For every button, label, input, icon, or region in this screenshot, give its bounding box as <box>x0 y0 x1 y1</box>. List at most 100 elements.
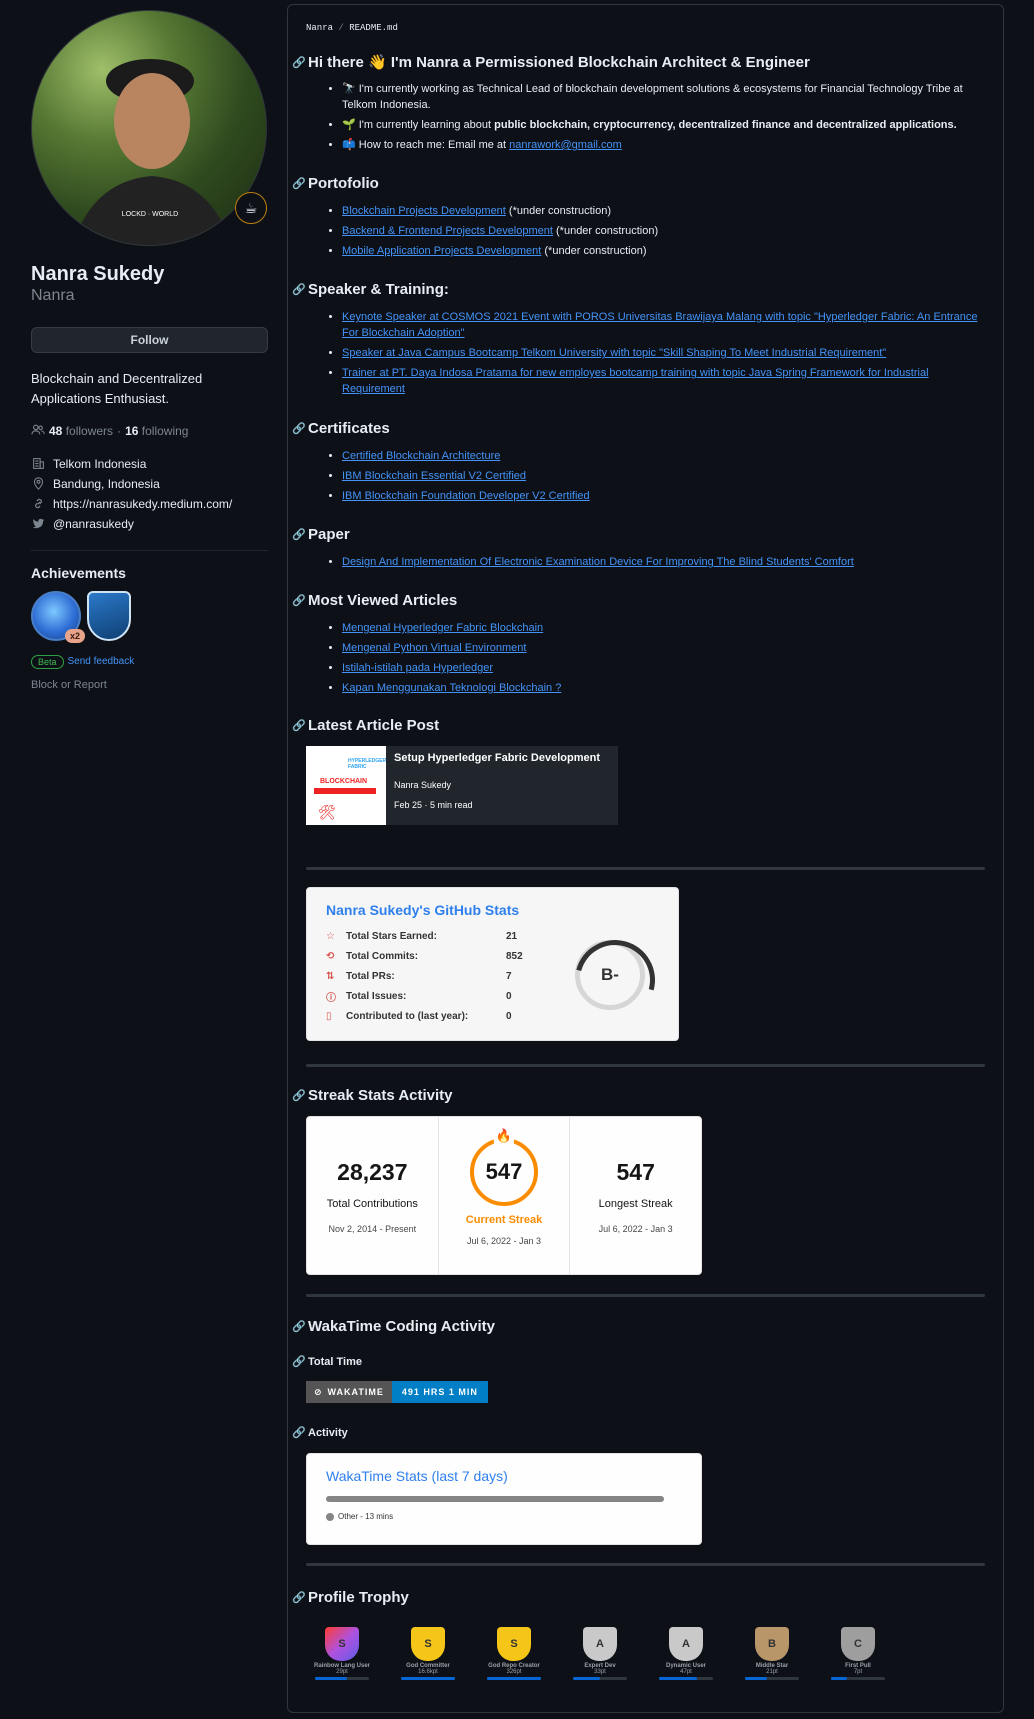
followers-link[interactable]: 48 followers <box>49 424 113 438</box>
history-icon: ⟲ <box>326 950 335 962</box>
anchor-link-icon[interactable]: 🔗 <box>292 177 306 190</box>
certificate-link[interactable]: IBM Blockchain Essential V2 Certified <box>342 470 526 482</box>
current-streak: 🔥 547 Current Streak Jul 6, 2022 - Jan 3 <box>437 1117 570 1274</box>
anchor-link-icon[interactable]: 🔗 <box>292 1320 306 1333</box>
star-icon: ☆ <box>326 930 335 942</box>
thumbnail-brand: HYPERLEDGER FABRIC <box>348 758 387 770</box>
anchor-link-icon[interactable]: 🔗 <box>292 1089 306 1102</box>
current-value: 547 <box>485 1159 523 1184</box>
profile-sidebar: LOCKD · WORLD ☕ Nanra Sukedy Nanra Follo… <box>31 10 268 691</box>
latest-article-heading-text: Latest Article Post <box>308 717 440 734</box>
total-contributions: 28,237 Total Contributions Nov 2, 2014 -… <box>307 1117 438 1274</box>
people-icon <box>31 423 45 440</box>
list-item: 🌱 I'm currently learning about public bl… <box>342 117 985 133</box>
trophy-cup-icon: B <box>755 1627 789 1661</box>
list-item: Speaker at Java Campus Bootcamp Telkom U… <box>342 345 985 361</box>
follow-button[interactable]: Follow <box>31 326 268 353</box>
article-author: Nanra Sukedy <box>394 780 452 790</box>
repo-icon: ▯ <box>326 1010 332 1022</box>
anchor-link-icon[interactable]: 🔗 <box>292 1355 306 1368</box>
twitter-item[interactable]: @nanrasukedy <box>31 514 268 534</box>
anchor-link-icon[interactable]: 🔗 <box>292 719 306 732</box>
list-item: Blockchain Projects Development (*under … <box>342 203 985 219</box>
website-link[interactable]: https://nanrasukedy.medium.com/ <box>53 497 232 511</box>
certificates-list: Certified Blockchain Architecture IBM Bl… <box>306 448 985 504</box>
anchor-link-icon[interactable]: 🔗 <box>292 283 306 296</box>
trophy-points: 21pt <box>766 1669 778 1675</box>
speaker-link[interactable]: Keynote Speaker at COSMOS 2021 Event wit… <box>342 311 977 339</box>
portfolio-heading: 🔗 Portofolio <box>292 175 985 192</box>
anchor-link-icon[interactable]: 🔗 <box>292 528 306 541</box>
portfolio-link[interactable]: Backend & Frontend Projects Development <box>342 225 553 237</box>
svg-text:LOCKD · WORLD: LOCKD · WORLD <box>122 211 178 218</box>
trophy-row[interactable]: S Rainbow Lang User 29pt S God Committer 16.6… <box>312 1623 932 1695</box>
email-link[interactable]: nanrawork@gmail.com <box>509 139 622 151</box>
thumbnail-text: BLOCKCHAIN <box>320 778 368 785</box>
twitter-handle[interactable]: @nanrasukedy <box>53 517 134 531</box>
trophy-cup-icon: S <box>497 1627 531 1661</box>
github-stats-card[interactable]: Nanra Sukedy's GitHub Stats ☆ Total Stars… <box>306 887 679 1041</box>
article-link[interactable]: Mengenal Hyperledger Fabric Blockchain <box>342 622 543 634</box>
stat-label: Total Commits: <box>346 950 419 962</box>
profile-details: Telkom Indonesia Bandung, Indonesia http… <box>31 454 268 534</box>
anchor-link-icon[interactable]: 🔗 <box>292 422 306 435</box>
wakatime-badge-label: WAKATIME <box>327 1387 384 1397</box>
total-range: Nov 2, 2014 - Present <box>328 1224 417 1234</box>
following-link[interactable]: 16 following <box>125 424 188 438</box>
streak-ring: 🔥 547 <box>470 1128 538 1206</box>
certificate-link[interactable]: Certified Blockchain Architecture <box>342 450 500 462</box>
trophy-progress-fill <box>659 1677 697 1680</box>
trophy-points: 47pt <box>680 1669 692 1675</box>
trophy-progress-fill <box>401 1677 455 1680</box>
trophy-heading: 🔗 Profile Trophy <box>292 1589 985 1606</box>
shark-badge-icon[interactable]: x2 <box>31 590 85 643</box>
speaker-link[interactable]: Trainer at PT. Daya Indosa Pratama for n… <box>342 367 929 395</box>
stat-value: 21 <box>506 930 518 942</box>
block-report-link[interactable]: Block or Report <box>31 679 268 691</box>
anchor-link-icon[interactable]: 🔗 <box>292 1426 306 1439</box>
stat-value: 7 <box>506 970 512 982</box>
breadcrumb-user[interactable]: Nanra <box>306 23 333 33</box>
legend-text: Other - 13 mins <box>338 1512 394 1521</box>
wakatime-stats-card[interactable]: WakaTime Stats (last 7 days) Other - 13 … <box>306 1453 702 1545</box>
trophy-points: 33pt <box>594 1669 606 1675</box>
anchor-link-icon[interactable]: 🔗 <box>292 56 306 69</box>
language-legend: Other - 13 mins <box>326 1512 682 1521</box>
article-link[interactable]: Kapan Menggunakan Teknologi Blockchain ? <box>342 682 561 694</box>
streak-section: 🔗 Streak Stats Activity <box>292 1087 985 1104</box>
certificate-link[interactable]: IBM Blockchain Foundation Developer V2 C… <box>342 490 590 502</box>
article-link[interactable]: Mengenal Python Virtual Environment <box>342 642 526 654</box>
list-item: Mengenal Python Virtual Environment <box>342 640 985 656</box>
arctic-badge-icon[interactable] <box>87 590 131 641</box>
anchor-link-icon[interactable]: 🔗 <box>292 1591 306 1604</box>
anchor-link-icon[interactable]: 🔗 <box>292 594 306 607</box>
link-icon <box>31 497 45 511</box>
speaker-link[interactable]: Speaker at Java Campus Bootcamp Telkom U… <box>342 347 886 359</box>
trophy-cup-icon: A <box>583 1627 617 1661</box>
speaker-heading: 🔗 Speaker & Training: <box>292 281 985 298</box>
legend-dot <box>326 1512 334 1521</box>
latest-article-card[interactable]: HYPERLEDGER FABRIC BLOCKCHAIN 🛠 Setup Hy… <box>306 746 618 825</box>
intro-item-text: 🌱 I'm currently learning about <box>342 119 495 131</box>
achievements-heading[interactable]: Achievements <box>31 565 268 581</box>
wakatime-badge-right: 491 HRS 1 MIN <box>391 1381 488 1403</box>
avatar[interactable]: LOCKD · WORLD <box>31 10 267 246</box>
portfolio-link[interactable]: Blockchain Projects Development <box>342 205 506 217</box>
article-link[interactable]: Istilah-istilah pada Hyperledger <box>342 662 493 674</box>
wakatime-badge[interactable]: ⊘ WAKATIME 491 HRS 1 MIN <box>306 1381 488 1403</box>
pull-request-icon: ⇅ <box>326 970 335 982</box>
trophy-progress <box>487 1677 541 1680</box>
portfolio-link[interactable]: Mobile Application Projects Development <box>342 245 541 257</box>
trophy-progress-fill <box>745 1677 767 1680</box>
trophy-card: S God Committer 16.6kpt <box>398 1623 458 1695</box>
list-item: 🔭 I'm currently working as Technical Lea… <box>342 81 985 113</box>
rank-circle: B- <box>575 940 645 1010</box>
website-item[interactable]: https://nanrasukedy.medium.com/ <box>31 494 268 514</box>
send-feedback-link[interactable]: Send feedback <box>68 656 135 667</box>
paper-heading: 🔗 Paper <box>292 526 985 543</box>
status-emoji-icon[interactable]: ☕ <box>235 192 267 224</box>
paper-link[interactable]: Design And Implementation Of Electronic … <box>342 556 854 568</box>
trophy-points: 326pt <box>506 1669 522 1675</box>
badge-count: x2 <box>64 628 85 643</box>
streak-stats-card[interactable]: 28,237 Total Contributions Nov 2, 2014 -… <box>306 1116 702 1275</box>
